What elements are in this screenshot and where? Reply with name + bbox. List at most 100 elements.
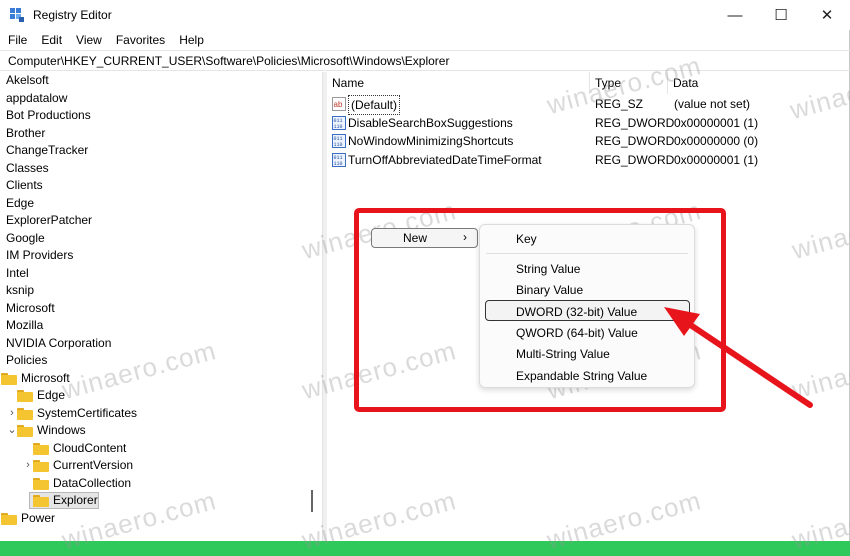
- tree-item-label: SystemCertificates: [37, 405, 138, 420]
- tree-item-label: Clients: [6, 178, 43, 192]
- folder-icon: [33, 460, 49, 472]
- menu-bar: File Edit View Favorites Help: [0, 30, 850, 50]
- maximize-button[interactable]: ☐: [758, 0, 804, 30]
- submenu-key[interactable]: Key: [516, 232, 537, 246]
- list-header: Name Type Data: [327, 72, 850, 94]
- column-name[interactable]: Name: [327, 72, 590, 94]
- value-type: REG_SZ: [595, 97, 644, 111]
- context-menu-new[interactable]: New ›: [371, 228, 478, 248]
- maximize-icon: ☐: [774, 7, 788, 24]
- value-name: TurnOffAbbreviatedDateTimeFormat: [348, 152, 542, 167]
- close-icon: ✕: [820, 7, 834, 24]
- submenu-multi-string-value[interactable]: Multi-String Value: [516, 347, 610, 361]
- minimize-button[interactable]: —: [712, 0, 758, 30]
- registry-editor-window: Registry Editor — ☐ ✕ File Edit View Fav…: [0, 0, 850, 541]
- value-row[interactable]: 011 110 NoWindowMinimizingShortcuts REG_DWO…: [327, 132, 850, 150]
- folder-icon: [1, 372, 17, 385]
- value-type: REG_DWORD: [595, 115, 675, 130]
- tree-item[interactable]: Microsoft: [0, 300, 318, 318]
- value-name: DisableSearchBoxSuggestions: [348, 115, 513, 130]
- tree-item[interactable]: ksnip: [0, 282, 318, 300]
- value-data: 0x00000001 (1): [674, 115, 759, 130]
- title-bar[interactable]: Registry Editor — ☐ ✕: [0, 0, 850, 30]
- submenu-binary-value[interactable]: Binary Value: [516, 283, 583, 297]
- binary-value-icon: 011 110: [332, 152, 346, 167]
- tree-scrollbar[interactable]: [311, 490, 313, 512]
- tree-item[interactable]: ⌄ Windows: [0, 422, 318, 440]
- tree-item[interactable]: Policies: [0, 352, 318, 370]
- folder-icon: [33, 442, 49, 455]
- address-bar[interactable]: Computer\HKEY_CURRENT_USER\Software\Poli…: [0, 50, 850, 71]
- tree-item[interactable]: Power: [0, 510, 318, 528]
- tree-item-label: Brother: [6, 125, 46, 140]
- value-type: REG_DWORD: [595, 134, 675, 148]
- chevron-right-icon: ›: [463, 230, 467, 244]
- tree-item[interactable]: Edge: [0, 195, 318, 213]
- submenu-string-value[interactable]: String Value: [516, 262, 580, 276]
- string-value-icon: ab: [332, 97, 346, 111]
- tree-item[interactable]: Clients: [0, 177, 318, 195]
- chevron-right-icon[interactable]: ›: [23, 457, 33, 475]
- tree-item-label: Power: [21, 510, 56, 525]
- tree-item[interactable]: › CurrentVersion: [0, 457, 318, 475]
- new-label: New: [403, 231, 428, 245]
- menu-edit[interactable]: Edit: [33, 33, 68, 47]
- tree-item-label: CurrentVersion: [53, 458, 134, 472]
- tree-item-label: Microsoft: [21, 370, 70, 385]
- value-name: (Default): [348, 95, 401, 115]
- submenu-dword-value[interactable]: DWORD (32-bit) Value: [516, 305, 637, 319]
- value-data: 0x00000001 (1): [674, 152, 759, 167]
- tree-item[interactable]: Classes: [0, 160, 318, 178]
- tree-item[interactable]: appdatalow: [0, 90, 318, 108]
- menu-view[interactable]: View: [68, 33, 108, 47]
- tree-item[interactable]: ExplorerPatcher: [0, 212, 318, 230]
- tree-item-label: Policies: [6, 353, 48, 367]
- key-tree-pane[interactable]: Akelsoft appdatalow Bot Productions Brother…: [0, 72, 318, 541]
- chevron-right-icon[interactable]: ›: [7, 405, 17, 423]
- tree-item-label: ChangeTracker: [6, 143, 89, 157]
- folder-icon: [33, 477, 49, 490]
- tree-item-label: Classes: [6, 160, 49, 175]
- column-data[interactable]: Data: [668, 72, 850, 94]
- submenu-expandable-string-value[interactable]: Expandable String Value: [516, 369, 647, 383]
- submenu-qword-value[interactable]: QWORD (64-bit) Value: [516, 326, 638, 340]
- tree-item[interactable]: Edge: [0, 387, 318, 405]
- tree-item[interactable]: NVIDIA Corporation: [0, 335, 318, 353]
- tree-item[interactable]: Explorer: [0, 492, 318, 510]
- submenu-separator: [486, 253, 688, 254]
- menu-help[interactable]: Help: [171, 33, 210, 47]
- chevron-down-icon[interactable]: ⌄: [7, 422, 17, 440]
- tree-item[interactable]: DataCollection: [0, 475, 318, 493]
- tree-item-label: Mozilla: [6, 318, 44, 332]
- tree-item-label: Akelsoft: [6, 73, 49, 87]
- menu-favorites[interactable]: Favorites: [108, 33, 171, 47]
- tree-item[interactable]: ⌄Microsoft: [0, 370, 318, 388]
- tree-item[interactable]: Mozilla: [0, 317, 318, 335]
- tree-item[interactable]: ChangeTracker: [0, 142, 318, 160]
- tree-item-label: Edge: [37, 388, 66, 402]
- tree-item-label: IM Providers: [6, 248, 74, 262]
- tree-item[interactable]: Brother: [0, 125, 318, 143]
- binary-value-icon: 011 110: [332, 134, 346, 148]
- svg-text:ab: ab: [334, 100, 343, 109]
- folder-icon: [17, 390, 33, 402]
- column-type[interactable]: Type: [590, 72, 668, 94]
- tree-item[interactable]: CloudContent: [0, 440, 318, 458]
- tree-item-label: Intel: [6, 265, 29, 280]
- tree-item[interactable]: Akelsoft: [0, 72, 318, 90]
- tree-item[interactable]: Bot Productions: [0, 107, 318, 125]
- svg-text:110: 110: [334, 161, 343, 167]
- close-button[interactable]: ✕: [804, 0, 850, 30]
- value-row[interactable]: 011 110 TurnOffAbbreviatedDateTimeFormat RE…: [327, 151, 850, 169]
- tree-item-label: DataCollection: [53, 475, 132, 490]
- menu-file[interactable]: File: [0, 33, 33, 47]
- tree-item[interactable]: IM Providers: [0, 247, 318, 265]
- tree-item-label: Google: [6, 230, 45, 245]
- tree-item[interactable]: Intel: [0, 265, 318, 283]
- tree-item[interactable]: › SystemCertificates: [0, 405, 318, 423]
- address-path: Computer\HKEY_CURRENT_USER\Software\Poli…: [8, 53, 450, 68]
- value-row[interactable]: ab (Default) REG_SZ (value not set): [327, 95, 850, 115]
- tree-item[interactable]: Google: [0, 230, 318, 248]
- value-row[interactable]: 011 110 DisableSearchBoxSuggestions REG_DWO…: [327, 114, 850, 132]
- tree-item-label: ksnip: [6, 283, 35, 297]
